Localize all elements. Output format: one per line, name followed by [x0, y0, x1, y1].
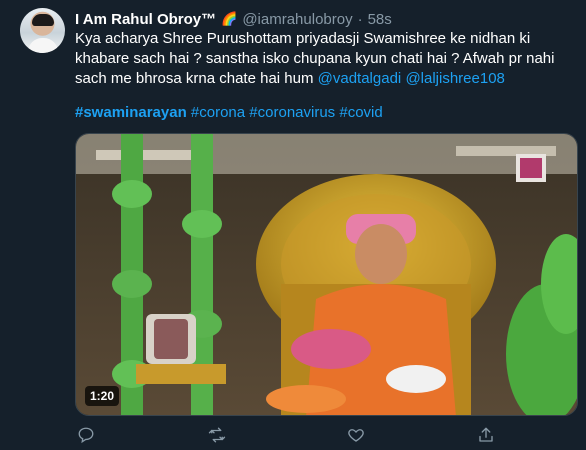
- tweet[interactable]: I Am Rahul Obroy™ 🌈 @iamrahulobroy · 58s…: [0, 0, 586, 450]
- retweet-icon: [208, 427, 226, 443]
- tweet-text: Kya acharya Shree Purushottam priyadasji…: [75, 29, 570, 89]
- share-button[interactable]: [475, 425, 497, 445]
- mention-vadtalgadi[interactable]: @vadtalgadi: [318, 70, 402, 87]
- hashtag-swaminarayan[interactable]: #swaminarayan: [75, 104, 187, 121]
- rainbow-emoji-icon: 🌈: [221, 11, 238, 26]
- hashtag-corona[interactable]: #corona: [191, 104, 245, 121]
- heart-icon: [348, 429, 364, 442]
- author-name[interactable]: I Am Rahul Obroy™: [75, 11, 216, 28]
- tweet-header: I Am Rahul Obroy™ 🌈 @iamrahulobroy · 58s: [75, 9, 392, 29]
- avatar-hair: [32, 14, 54, 26]
- avatar[interactable]: [20, 8, 65, 53]
- hashtag-row: #swaminarayan #corona #coronavirus #covi…: [75, 103, 570, 123]
- share-icon: [479, 427, 493, 442]
- tweet-actions: [75, 425, 570, 445]
- hashtag-covid[interactable]: #covid: [339, 104, 382, 121]
- author-handle[interactable]: @iamrahulobroy: [242, 11, 352, 28]
- reply-icon: [78, 427, 94, 444]
- reply-button[interactable]: [75, 425, 97, 445]
- video-player[interactable]: 1:20: [75, 133, 578, 416]
- video-duration-badge: 1:20: [85, 386, 120, 406]
- timestamp[interactable]: 58s: [368, 11, 392, 28]
- hashtag-coronavirus[interactable]: #coronavirus: [249, 104, 335, 121]
- retweet-button[interactable]: [206, 425, 228, 445]
- like-button[interactable]: [345, 425, 367, 445]
- video-thumbnail: [76, 134, 577, 415]
- mention-laljishree108[interactable]: @laljishree108: [405, 70, 504, 87]
- avatar-shirt: [28, 38, 58, 53]
- separator-dot: ·: [357, 10, 363, 28]
